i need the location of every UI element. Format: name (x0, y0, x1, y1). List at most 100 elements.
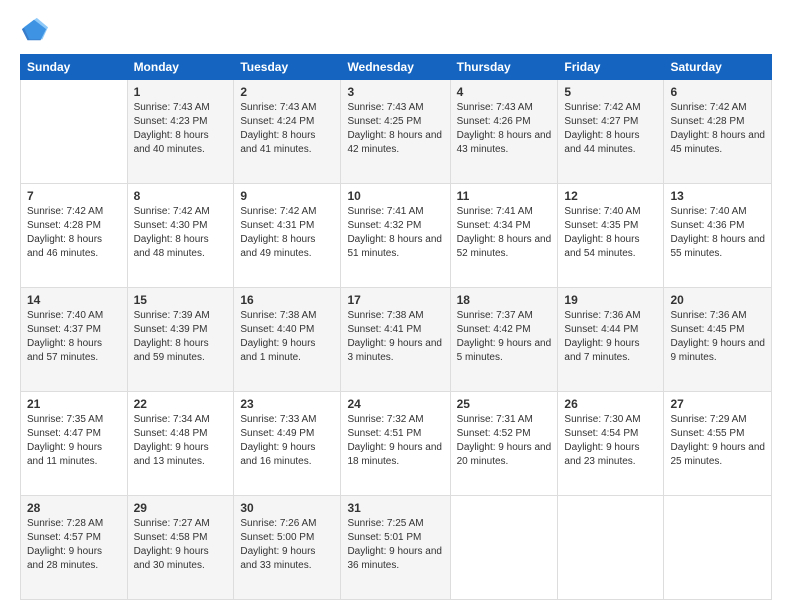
day-cell: 23Sunrise: 7:33 AMSunset: 4:49 PMDayligh… (234, 392, 341, 496)
day-info: Sunrise: 7:38 AMSunset: 4:41 PMDaylight:… (347, 310, 442, 363)
day-cell: 4Sunrise: 7:43 AMSunset: 4:26 PMDaylight… (450, 80, 558, 184)
day-info: Sunrise: 7:27 AMSunset: 4:58 PMDaylight:… (134, 518, 210, 571)
day-cell: 9 Sunrise: 7:42 AMSunset: 4:31 PMDaylight… (234, 184, 341, 288)
day-number: 11 (457, 189, 552, 203)
day-cell: 15 Sunrise: 7:39 AMSunset: 4:39 PMDayligh… (127, 288, 234, 392)
day-cell: 24 Sunrise: 7:32 AMSunset: 4:51 PMDayligh… (341, 392, 450, 496)
day-cell: 16 Sunrise: 7:38 AMSunset: 4:40 PMDayligh… (234, 288, 341, 392)
weekday-header-monday: Monday (127, 55, 234, 80)
day-cell: 21Sunrise: 7:35 AMSunset: 4:47 PMDayligh… (21, 392, 128, 496)
week-row-4: 21Sunrise: 7:35 AMSunset: 4:47 PMDayligh… (21, 392, 772, 496)
day-info: Sunrise: 7:39 AMSunset: 4:39 PMDaylight:… (134, 310, 210, 363)
day-info: Sunrise: 7:36 AMSunset: 4:45 PMDaylight:… (670, 310, 765, 363)
day-info: Sunrise: 7:43 AMSunset: 4:24 PMDaylight:… (240, 102, 316, 155)
day-number: 29 (134, 501, 228, 515)
weekday-header-tuesday: Tuesday (234, 55, 341, 80)
day-cell (664, 496, 772, 600)
day-info: Sunrise: 7:37 AMSunset: 4:42 PMDaylight:… (457, 310, 552, 363)
day-cell: 2 Sunrise: 7:43 AMSunset: 4:24 PMDaylight… (234, 80, 341, 184)
day-info: Sunrise: 7:40 AMSunset: 4:35 PMDaylight:… (564, 206, 640, 259)
day-cell: 20 Sunrise: 7:36 AMSunset: 4:45 PMDayligh… (664, 288, 772, 392)
page: SundayMondayTuesdayWednesdayThursdayFrid… (0, 0, 792, 612)
day-info: Sunrise: 7:41 AMSunset: 4:34 PMDaylight:… (457, 206, 552, 259)
day-number: 2 (240, 85, 334, 99)
day-number: 23 (240, 397, 334, 411)
day-info: Sunrise: 7:42 AMSunset: 4:28 PMDaylight:… (670, 102, 765, 155)
day-cell: 14 Sunrise: 7:40 AMSunset: 4:37 PMDayligh… (21, 288, 128, 392)
day-cell (21, 80, 128, 184)
day-number: 24 (347, 397, 443, 411)
week-row-2: 7 Sunrise: 7:42 AMSunset: 4:28 PMDaylight… (21, 184, 772, 288)
day-cell: 19 Sunrise: 7:36 AMSunset: 4:44 PMDayligh… (558, 288, 664, 392)
day-info: Sunrise: 7:40 AMSunset: 4:36 PMDaylight:… (670, 206, 765, 259)
day-cell: 18 Sunrise: 7:37 AMSunset: 4:42 PMDayligh… (450, 288, 558, 392)
day-number: 22 (134, 397, 228, 411)
day-cell (558, 496, 664, 600)
header (20, 16, 772, 44)
day-number: 7 (27, 189, 121, 203)
day-info: Sunrise: 7:29 AMSunset: 4:55 PMDaylight:… (670, 414, 765, 467)
day-cell (450, 496, 558, 600)
day-info: Sunrise: 7:28 AMSunset: 4:57 PMDaylight:… (27, 518, 103, 571)
day-info: Sunrise: 7:26 AMSunset: 5:00 PMDaylight:… (240, 518, 316, 571)
day-number: 27 (670, 397, 765, 411)
day-number: 14 (27, 293, 121, 307)
day-cell: 11 Sunrise: 7:41 AMSunset: 4:34 PMDayligh… (450, 184, 558, 288)
day-cell: 29 Sunrise: 7:27 AMSunset: 4:58 PMDayligh… (127, 496, 234, 600)
day-number: 3 (347, 85, 443, 99)
day-info: Sunrise: 7:42 AMSunset: 4:30 PMDaylight:… (134, 206, 210, 259)
day-number: 18 (457, 293, 552, 307)
weekday-header-friday: Friday (558, 55, 664, 80)
day-number: 17 (347, 293, 443, 307)
day-cell: 27 Sunrise: 7:29 AMSunset: 4:55 PMDayligh… (664, 392, 772, 496)
day-info: Sunrise: 7:30 AMSunset: 4:54 PMDaylight:… (564, 414, 640, 467)
day-info: Sunrise: 7:36 AMSunset: 4:44 PMDaylight:… (564, 310, 640, 363)
day-number: 13 (670, 189, 765, 203)
weekday-header-sunday: Sunday (21, 55, 128, 80)
day-cell: 7 Sunrise: 7:42 AMSunset: 4:28 PMDaylight… (21, 184, 128, 288)
week-row-3: 14 Sunrise: 7:40 AMSunset: 4:37 PMDayligh… (21, 288, 772, 392)
day-number: 15 (134, 293, 228, 307)
day-number: 8 (134, 189, 228, 203)
logo-icon (20, 16, 48, 44)
day-number: 12 (564, 189, 657, 203)
day-cell: 28Sunrise: 7:28 AMSunset: 4:57 PMDayligh… (21, 496, 128, 600)
day-cell: 1Sunrise: 7:43 AMSunset: 4:23 PMDaylight… (127, 80, 234, 184)
day-cell: 6 Sunrise: 7:42 AMSunset: 4:28 PMDaylight… (664, 80, 772, 184)
day-info: Sunrise: 7:38 AMSunset: 4:40 PMDaylight:… (240, 310, 316, 363)
day-number: 25 (457, 397, 552, 411)
day-number: 1 (134, 85, 228, 99)
day-number: 10 (347, 189, 443, 203)
day-info: Sunrise: 7:43 AMSunset: 4:25 PMDaylight:… (347, 102, 442, 155)
day-info: Sunrise: 7:42 AMSunset: 4:31 PMDaylight:… (240, 206, 316, 259)
day-info: Sunrise: 7:32 AMSunset: 4:51 PMDaylight:… (347, 414, 442, 467)
day-cell: 8 Sunrise: 7:42 AMSunset: 4:30 PMDaylight… (127, 184, 234, 288)
weekday-header-row: SundayMondayTuesdayWednesdayThursdayFrid… (21, 55, 772, 80)
day-cell: 13 Sunrise: 7:40 AMSunset: 4:36 PMDayligh… (664, 184, 772, 288)
day-number: 9 (240, 189, 334, 203)
day-info: Sunrise: 7:41 AMSunset: 4:32 PMDaylight:… (347, 206, 442, 259)
week-row-5: 28Sunrise: 7:28 AMSunset: 4:57 PMDayligh… (21, 496, 772, 600)
day-cell: 26Sunrise: 7:30 AMSunset: 4:54 PMDayligh… (558, 392, 664, 496)
day-cell: 22 Sunrise: 7:34 AMSunset: 4:48 PMDayligh… (127, 392, 234, 496)
day-number: 16 (240, 293, 334, 307)
weekday-header-saturday: Saturday (664, 55, 772, 80)
day-cell: 3 Sunrise: 7:43 AMSunset: 4:25 PMDaylight… (341, 80, 450, 184)
day-number: 30 (240, 501, 334, 515)
day-number: 19 (564, 293, 657, 307)
day-info: Sunrise: 7:42 AMSunset: 4:28 PMDaylight:… (27, 206, 103, 259)
week-row-1: 1Sunrise: 7:43 AMSunset: 4:23 PMDaylight… (21, 80, 772, 184)
day-cell: 30 Sunrise: 7:26 AMSunset: 5:00 PMDayligh… (234, 496, 341, 600)
day-cell: 12 Sunrise: 7:40 AMSunset: 4:35 PMDayligh… (558, 184, 664, 288)
day-info: Sunrise: 7:40 AMSunset: 4:37 PMDaylight:… (27, 310, 103, 363)
day-info: Sunrise: 7:42 AMSunset: 4:27 PMDaylight:… (564, 102, 640, 155)
day-info: Sunrise: 7:31 AMSunset: 4:52 PMDaylight:… (457, 414, 552, 467)
day-cell: 10 Sunrise: 7:41 AMSunset: 4:32 PMDayligh… (341, 184, 450, 288)
day-number: 4 (457, 85, 552, 99)
day-info: Sunrise: 7:34 AMSunset: 4:48 PMDaylight:… (134, 414, 210, 467)
day-cell: 5Sunrise: 7:42 AMSunset: 4:27 PMDaylight… (558, 80, 664, 184)
day-number: 6 (670, 85, 765, 99)
weekday-header-thursday: Thursday (450, 55, 558, 80)
weekday-header-wednesday: Wednesday (341, 55, 450, 80)
day-number: 20 (670, 293, 765, 307)
